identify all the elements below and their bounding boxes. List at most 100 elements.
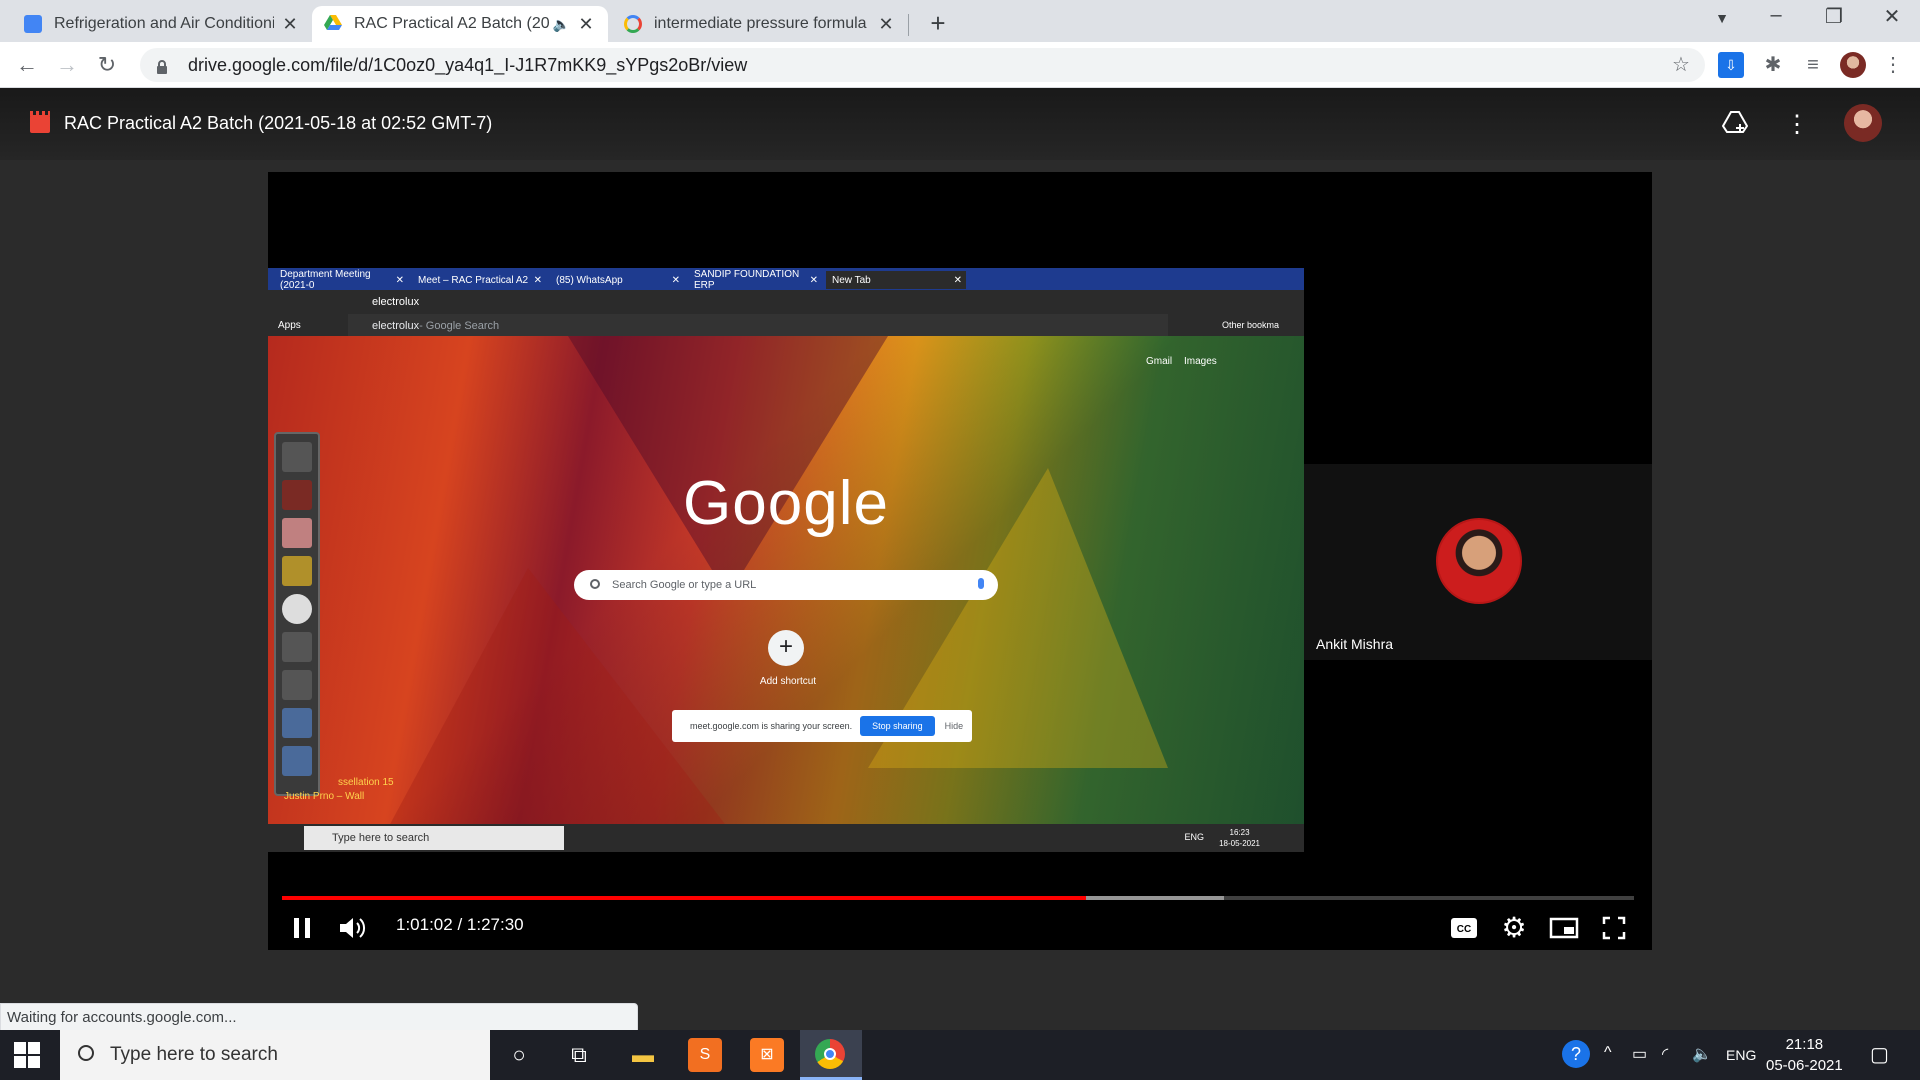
tab-title: Refrigeration and Air Conditionin	[54, 15, 274, 32]
seek-bar[interactable]	[282, 896, 1634, 900]
svg-text:CC: CC	[1457, 924, 1471, 935]
time-display: 1:01:02 / 1:27:30	[396, 915, 524, 934]
profile-avatar[interactable]	[1840, 52, 1866, 78]
eraser-icon	[282, 518, 312, 548]
inner-gmail-link: Gmail	[1146, 356, 1173, 367]
fullscreen-icon[interactable]	[1594, 908, 1634, 948]
chrome-icon	[815, 1039, 845, 1069]
close-tab-icon[interactable]: ✕	[576, 14, 596, 35]
tab-title: RAC Practical A2 Batch (2021	[354, 15, 549, 32]
screen-share-banner: meet.google.com is sharing your screen. …	[672, 710, 972, 742]
miniplayer-icon[interactable]	[1544, 908, 1584, 948]
windows-taskbar: Type here to search ○ ⧉ ▬ S ⊠ ? ^ ▭ ◜ 🔈 …	[0, 1030, 1920, 1080]
network-icon[interactable]: ◜	[1662, 1044, 1668, 1064]
browser-tab-strip: Refrigeration and Air Conditionin ✕ RAC …	[0, 0, 1920, 42]
file-title: RAC Practical A2 Batch (2021-05-18 at 02…	[64, 113, 493, 133]
media-control-icon[interactable]: ≡	[1800, 52, 1826, 78]
sublime-icon[interactable]: S	[688, 1038, 722, 1072]
search-icon	[590, 579, 600, 589]
keyboard-icon	[282, 670, 312, 700]
back-icon[interactable]: ←	[12, 50, 42, 80]
url-text: drive.google.com/file/d/1C0oz0_ya4q1_I-J…	[188, 54, 748, 75]
task-view-icon[interactable]: ⧉	[562, 1038, 596, 1072]
new-tab-icon[interactable]: +	[924, 8, 952, 39]
pause-icon[interactable]	[282, 908, 322, 948]
audio-playing-icon[interactable]: 🔈	[553, 16, 570, 33]
inner-omnibox: electrolux	[372, 296, 420, 308]
chrome-taskbar-button[interactable]	[800, 1030, 862, 1080]
reload-icon[interactable]: ↻	[92, 50, 122, 80]
inner-suggestion: electrolux - Google Search	[348, 314, 1168, 338]
inner-tab: (85) WhatsApp ✕	[556, 274, 680, 286]
address-bar[interactable]: drive.google.com/file/d/1C0oz0_ya4q1_I-J…	[140, 48, 1705, 82]
tab-search-icon[interactable]: ▼	[1702, 10, 1742, 26]
inner-tab: Meet – RAC Practical A2 ✕	[418, 274, 542, 286]
screen-icon	[282, 708, 312, 738]
more-options-icon[interactable]: ⋮	[1782, 110, 1812, 139]
participant-name: Ankit Mishra	[1316, 636, 1394, 652]
captions-icon[interactable]: CC	[1444, 908, 1484, 948]
volume-icon[interactable]	[332, 908, 372, 948]
close-window-icon[interactable]: ✕	[1872, 4, 1912, 29]
tab-rac-practical[interactable]: RAC Practical A2 Batch (2021 🔈 ✕	[312, 6, 608, 42]
inner-tab: New Tab ✕	[826, 271, 966, 289]
participant-avatar	[1436, 518, 1522, 604]
speaker-icon[interactable]: 🔈	[1692, 1044, 1712, 1064]
forward-icon[interactable]: →	[52, 50, 82, 80]
inner-taskbar-search: Type here to search	[304, 826, 564, 850]
restore-icon[interactable]: ❐	[1814, 4, 1854, 29]
progress-fill	[282, 896, 1086, 900]
shared-screen: Department Meeting (2021-0 ✕ Meet – RAC P…	[268, 268, 1304, 852]
inner-tab-strip: Department Meeting (2021-0 ✕ Meet – RAC P…	[268, 268, 1304, 291]
inner-tab: SANDIP FOUNDATION ERP ✕	[694, 269, 818, 291]
account-avatar[interactable]	[1844, 104, 1882, 142]
battery-icon[interactable]: ▭	[1632, 1044, 1647, 1064]
inner-tab: Department Meeting (2021-0 ✕	[280, 269, 404, 291]
highlighter-icon	[282, 556, 312, 586]
annotation-toolbar	[274, 432, 320, 796]
tab-title: intermediate pressure formula - (	[654, 15, 870, 32]
board-icon	[282, 442, 312, 472]
video-file-icon	[30, 111, 50, 133]
close-tab-icon[interactable]: ✕	[876, 14, 896, 35]
inner-search-box: Search Google or type a URL	[574, 570, 998, 600]
settings-gear-icon[interactable]: ⚙	[1494, 908, 1534, 948]
taskbar-search[interactable]: Type here to search	[60, 1030, 490, 1080]
tab-separator	[908, 14, 909, 36]
inner-lang: ENG	[1184, 832, 1204, 842]
add-shortcut-label: Add shortcut	[759, 676, 817, 687]
status-bubble: Waiting for accounts.google.com...	[0, 1003, 638, 1031]
cortana-icon[interactable]: ○	[502, 1038, 536, 1072]
file-explorer-icon[interactable]: ▬	[626, 1038, 660, 1072]
extension-icon[interactable]: ⇩	[1718, 52, 1744, 78]
tab-refrigeration[interactable]: Refrigeration and Air Conditionin ✕	[12, 6, 312, 42]
wallpaper-shape	[568, 336, 888, 596]
inner-images-link: Images	[1184, 356, 1217, 367]
add-to-drive-icon[interactable]	[1720, 110, 1750, 141]
xampp-icon[interactable]: ⊠	[750, 1038, 784, 1072]
extensions-puzzle-icon[interactable]: ✱	[1760, 52, 1786, 78]
close-tab-icon[interactable]: ✕	[280, 14, 300, 35]
show-hidden-icons-icon[interactable]: ^	[1604, 1044, 1612, 1062]
taskbar-clock[interactable]: 21:18 05-06-2021	[1766, 1034, 1843, 1076]
menu-icon[interactable]: ⋮	[1880, 52, 1906, 78]
drive-viewer-header: RAC Practical A2 Batch (2021-05-18 at 02…	[0, 88, 1920, 160]
lock-icon[interactable]	[156, 58, 168, 74]
bookmark-star-icon[interactable]: ☆	[1668, 52, 1694, 78]
minimize-icon[interactable]: –	[1756, 4, 1796, 27]
pointer-icon	[282, 594, 312, 624]
stop-sharing-button: Stop sharing	[860, 716, 935, 736]
help-icon[interactable]: ?	[1562, 1040, 1590, 1068]
language-indicator[interactable]: ENG	[1726, 1047, 1756, 1063]
mic-icon	[978, 578, 984, 589]
inner-apps-label: Apps	[278, 320, 301, 331]
notifications-icon[interactable]: ▢	[1870, 1042, 1889, 1067]
wallpaper-caption: ssellation 15 Justin Prno – Wall	[284, 777, 394, 802]
tab-intermediate-pressure[interactable]: intermediate pressure formula - ( ✕	[612, 6, 908, 42]
add-shortcut-icon: +	[768, 630, 804, 666]
classroom-favicon-icon	[24, 15, 42, 33]
video-player[interactable]: Department Meeting (2021-0 ✕ Meet – RAC P…	[268, 172, 1652, 950]
pen-icon	[282, 480, 312, 510]
windows-start-icon[interactable]	[14, 1042, 40, 1068]
inner-other-bookmarks: Other bookma	[1222, 320, 1280, 330]
